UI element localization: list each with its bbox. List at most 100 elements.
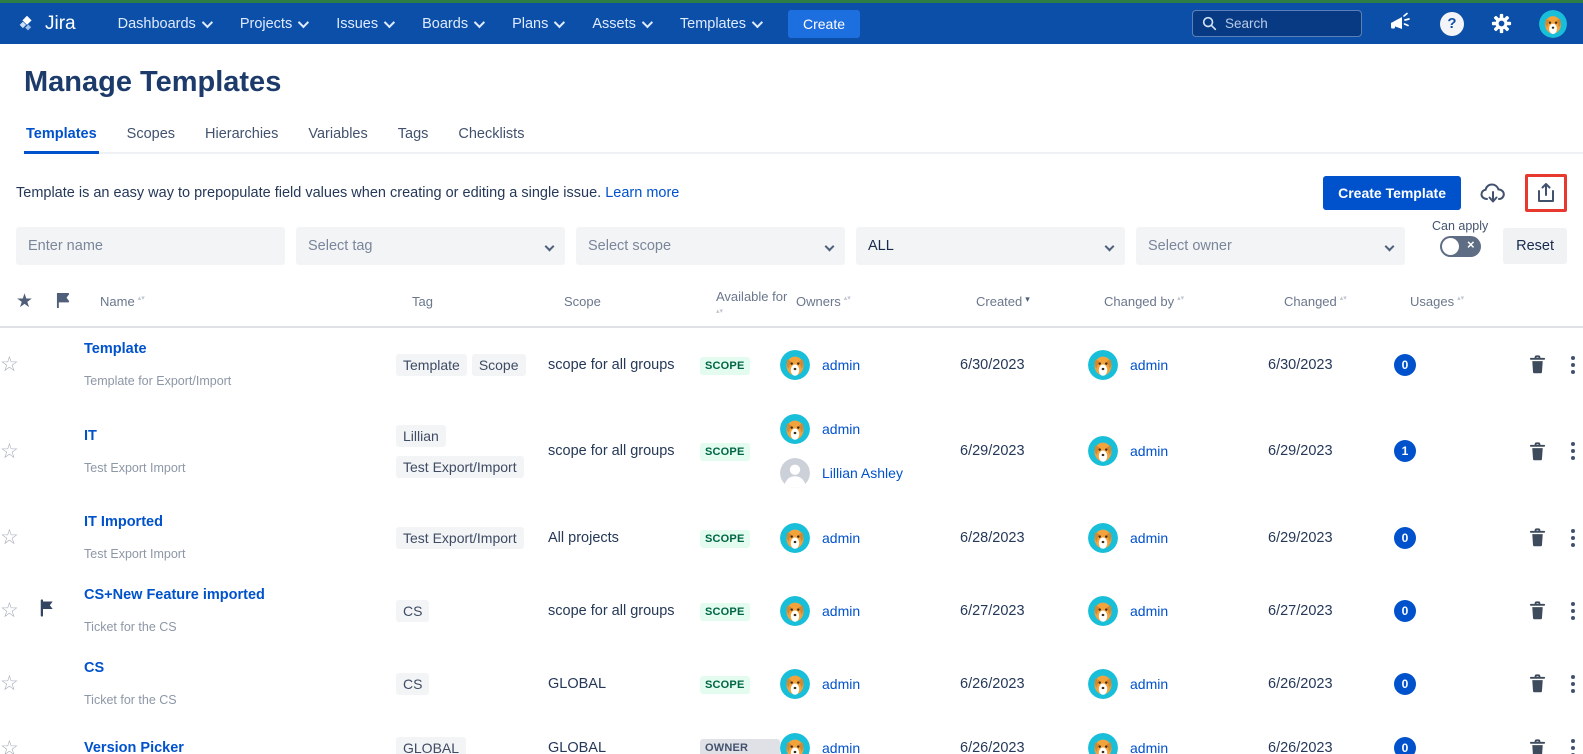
owner-name-link[interactable]: admin	[1130, 443, 1168, 459]
more-actions-button[interactable]	[1569, 673, 1577, 695]
tag-filter-select[interactable]: Select tag	[296, 227, 565, 265]
column-header-available-for[interactable]: Available for▴▾	[716, 289, 788, 314]
import-cloud-download-button[interactable]	[1477, 178, 1509, 208]
usages-badge[interactable]: 0	[1394, 354, 1416, 376]
more-actions-button[interactable]	[1569, 600, 1577, 622]
template-name-link[interactable]: Template	[84, 341, 396, 357]
jira-logo[interactable]: Jira	[16, 13, 76, 35]
tab-tags[interactable]: Tags	[396, 126, 431, 152]
delete-button[interactable]	[1526, 598, 1549, 623]
owners-list: admin	[780, 350, 960, 380]
owner-name-link[interactable]: admin	[822, 603, 860, 619]
flag-icon[interactable]	[40, 599, 84, 622]
name-filter-input[interactable]	[28, 238, 273, 254]
usages-badge[interactable]: 0	[1394, 737, 1416, 754]
more-actions-button[interactable]	[1569, 737, 1577, 754]
tab-checklists[interactable]: Checklists	[456, 126, 526, 152]
owner-name-link[interactable]: admin	[1130, 676, 1168, 692]
top-navbar: Jira Dashboards Projects Issues Boards P…	[0, 3, 1583, 44]
learn-more-link[interactable]: Learn more	[605, 185, 679, 201]
column-header-tag: Tag	[412, 294, 564, 309]
template-description: Test Export Import	[84, 461, 396, 475]
search-input[interactable]	[1225, 16, 1352, 31]
owner-name-link[interactable]: admin	[1130, 530, 1168, 546]
available-for-badge: OWNER	[700, 739, 780, 754]
create-template-button[interactable]: Create Template	[1323, 176, 1461, 210]
nav-item-projects[interactable]: Projects	[240, 16, 306, 32]
owner-name-link[interactable]: admin	[822, 676, 860, 692]
usages-badge[interactable]: 0	[1394, 600, 1416, 622]
template-name-link[interactable]: Version Picker	[84, 740, 396, 754]
scope-value: GLOBAL	[548, 676, 700, 692]
delete-button[interactable]	[1526, 525, 1549, 550]
column-header-created[interactable]: Created▾	[976, 294, 1104, 309]
help-icon[interactable]: ?	[1440, 12, 1464, 36]
nav-item-boards[interactable]: Boards	[422, 16, 482, 32]
can-apply-toggle[interactable]: ×	[1440, 236, 1481, 257]
column-header-usages[interactable]: Usages▴▾	[1410, 294, 1496, 309]
user-avatar[interactable]	[1539, 10, 1567, 38]
owner-name-link[interactable]: admin	[822, 357, 860, 373]
column-header-changed-by[interactable]: Changed by▴▾	[1104, 294, 1284, 309]
announcements-icon[interactable]	[1386, 10, 1416, 38]
changed-by-cell: admin	[1088, 733, 1268, 754]
delete-button[interactable]	[1526, 352, 1549, 377]
template-name-link[interactable]: CS	[84, 660, 396, 676]
scope-value: GLOBAL	[548, 740, 700, 754]
delete-button[interactable]	[1526, 671, 1549, 696]
name-filter[interactable]	[16, 227, 285, 265]
nav-item-assets[interactable]: Assets	[592, 16, 650, 32]
nav-item-plans[interactable]: Plans	[512, 16, 562, 32]
tab-templates[interactable]: Templates	[24, 126, 99, 152]
favorite-star-icon[interactable]: ☆	[0, 441, 40, 462]
owner-name-link[interactable]: admin	[1130, 740, 1168, 754]
template-name-link[interactable]: CS+New Feature imported	[84, 587, 396, 603]
scope-filter-select[interactable]: Select scope	[576, 227, 845, 265]
more-actions-button[interactable]	[1569, 354, 1577, 376]
more-actions-button[interactable]	[1569, 527, 1577, 549]
create-button[interactable]: Create	[788, 10, 860, 38]
delete-button[interactable]	[1526, 439, 1549, 464]
template-name-link[interactable]: IT Imported	[84, 514, 396, 530]
owner-filter-select[interactable]: Select owner	[1136, 227, 1405, 265]
nav-item-issues[interactable]: Issues	[336, 16, 392, 32]
name-cell: IT Imported Test Export Import	[84, 514, 396, 561]
column-header-name[interactable]: Name▴▾	[100, 294, 412, 309]
nav-item-templates[interactable]: Templates	[680, 16, 760, 32]
created-date: 6/27/2023	[960, 603, 1088, 619]
favorite-star-icon[interactable]: ☆	[0, 354, 40, 375]
type-filter-select[interactable]: ALL	[856, 227, 1125, 265]
favorite-star-icon[interactable]: ☆	[0, 527, 40, 548]
table-row: ☆ CS+New Feature imported Ticket for the…	[0, 574, 1583, 647]
more-actions-button[interactable]	[1569, 440, 1577, 462]
owner-entry: admin	[1088, 669, 1268, 699]
tab-hierarchies[interactable]: Hierarchies	[203, 126, 280, 152]
tab-scopes[interactable]: Scopes	[125, 126, 177, 152]
owner-entry: admin	[1088, 350, 1268, 380]
usages-badge[interactable]: 1	[1394, 440, 1416, 462]
favorite-star-icon[interactable]: ☆	[0, 673, 40, 694]
owner-name-link[interactable]: admin	[1130, 357, 1168, 373]
favorite-star-icon[interactable]: ☆	[0, 738, 40, 754]
column-header-changed[interactable]: Changed▴▾	[1284, 294, 1410, 309]
search-box[interactable]	[1192, 10, 1362, 37]
gear-icon[interactable]	[1488, 10, 1515, 37]
owner-name-link[interactable]: admin	[822, 740, 860, 754]
usages-badge[interactable]: 0	[1394, 527, 1416, 549]
usages-badge[interactable]: 0	[1394, 673, 1416, 695]
reset-button[interactable]: Reset	[1503, 228, 1567, 264]
delete-button[interactable]	[1526, 736, 1549, 754]
tab-variables[interactable]: Variables	[306, 126, 369, 152]
owner-name-link[interactable]: admin	[822, 530, 860, 546]
template-name-link[interactable]: IT	[84, 428, 396, 444]
favorite-star-icon[interactable]: ☆	[0, 600, 40, 621]
column-header-owners[interactable]: Owners▴▾	[796, 294, 976, 309]
owner-name-link[interactable]: admin	[822, 421, 860, 437]
changed-date: 6/27/2023	[1268, 603, 1394, 619]
owner-name-link[interactable]: admin	[1130, 603, 1168, 619]
export-button[interactable]	[1535, 181, 1557, 205]
owner-name-link[interactable]: Lillian Ashley	[822, 465, 903, 481]
table-row: ☆ IT Test Export Import LillianTest Expo…	[0, 401, 1583, 501]
nav-item-dashboards[interactable]: Dashboards	[118, 16, 210, 32]
changed-date: 6/26/2023	[1268, 676, 1394, 692]
